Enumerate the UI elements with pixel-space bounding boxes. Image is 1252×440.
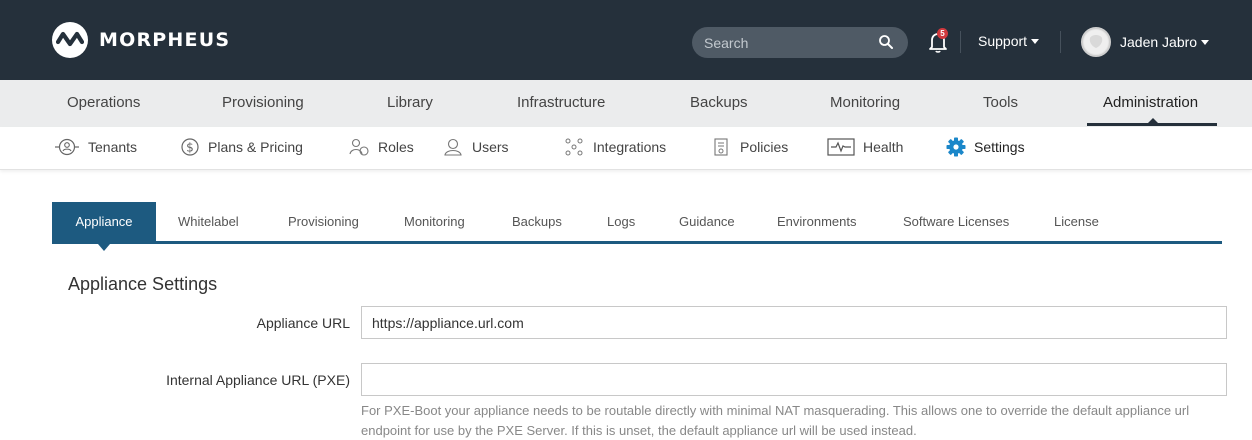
tab-logs[interactable]: Logs (607, 214, 635, 229)
tab-environments[interactable]: Environments (777, 214, 856, 229)
subnav-label: Settings (974, 139, 1025, 155)
appliance-url-field[interactable] (361, 306, 1227, 339)
tenants-icon (55, 138, 79, 156)
admin-sub-nav: Tenants $ Plans & Pricing Roles Users In… (0, 127, 1252, 170)
appliance-url-label: Appliance URL (256, 315, 350, 331)
main-nav-tools[interactable]: Tools (983, 94, 1018, 111)
user-icon (444, 138, 462, 156)
tab-whitelabel[interactable]: Whitelabel (178, 214, 239, 229)
subnav-item-policies[interactable]: Policies (710, 137, 788, 157)
morpheus-logo-icon (52, 22, 88, 58)
main-nav-provisioning[interactable]: Provisioning (222, 94, 304, 111)
subnav-label: Plans & Pricing (208, 139, 303, 155)
tab-license[interactable]: License (1054, 214, 1099, 229)
tab-provisioning[interactable]: Provisioning (288, 214, 359, 229)
top-header: MORPHEUS 5 Support Jaden Jabro (0, 0, 1252, 80)
main-nav: Operations Provisioning Library Infrastr… (0, 80, 1252, 127)
user-name: Jaden Jabro (1120, 34, 1198, 50)
subnav-item-tenants[interactable]: Tenants (54, 137, 137, 157)
health-icon (827, 138, 855, 156)
section-title: Appliance Settings (68, 274, 218, 294)
subnav-label: Health (863, 139, 904, 155)
main-nav-monitoring[interactable]: Monitoring (830, 94, 900, 111)
active-tab-caret (98, 244, 110, 251)
header-divider (1060, 31, 1061, 53)
logo[interactable]: MORPHEUS (52, 22, 230, 58)
main-nav-library[interactable]: Library (387, 94, 433, 111)
subnav-item-integrations[interactable]: Integrations (563, 137, 666, 157)
tab-monitoring[interactable]: Monitoring (404, 214, 465, 229)
brand-name: MORPHEUS (99, 29, 231, 51)
roles-icon (349, 138, 369, 156)
notification-count-badge: 5 (937, 28, 948, 39)
support-label: Support (978, 33, 1028, 49)
dollar-icon: $ (181, 138, 199, 156)
subnav-item-plans-pricing[interactable]: $ Plans & Pricing (180, 137, 303, 157)
main-nav-operations[interactable]: Operations (67, 94, 140, 111)
internal-url-field[interactable] (361, 363, 1227, 396)
tab-software-licenses[interactable]: Software Licenses (903, 214, 1009, 229)
subnav-label: Policies (740, 139, 789, 155)
tab-guidance[interactable]: Guidance (679, 214, 735, 229)
header-divider (960, 31, 961, 53)
main-nav-infrastructure[interactable]: Infrastructure (517, 94, 605, 111)
tab-backups[interactable]: Backups (512, 214, 562, 229)
integrations-icon (565, 138, 583, 156)
policies-icon (714, 138, 728, 156)
support-menu[interactable]: Support (978, 33, 1040, 49)
settings-tabs: Appliance Whitelabel Provisioning Monito… (52, 202, 1222, 251)
subnav-item-settings[interactable]: Settings (946, 137, 1025, 157)
internal-url-help-text: For PXE-Boot your appliance needs to be … (361, 403, 1190, 438)
subnav-item-health[interactable]: Health (827, 137, 903, 157)
gear-icon (946, 137, 966, 157)
user-menu[interactable]: Jaden Jabro (1120, 34, 1210, 50)
chevron-down-icon (1201, 40, 1210, 45)
subnav-label: Integrations (593, 139, 667, 155)
chevron-down-icon (1031, 39, 1040, 44)
main-nav-administration[interactable]: Administration (1103, 94, 1198, 111)
main-nav-backups[interactable]: Backups (690, 94, 748, 111)
search-box[interactable] (692, 27, 908, 58)
search-input[interactable] (692, 27, 872, 58)
tab-appliance[interactable]: Appliance (52, 202, 156, 242)
internal-url-label: Internal Appliance URL (PXE) (166, 372, 350, 388)
subnav-item-users[interactable]: Users (442, 137, 509, 157)
active-nav-caret (1148, 118, 1158, 123)
subnav-label: Tenants (88, 139, 138, 155)
active-nav-indicator (1087, 123, 1217, 126)
subnav-label: Roles (378, 139, 414, 155)
svg-text:$: $ (186, 141, 194, 155)
subnav-label: Users (472, 139, 509, 155)
avatar[interactable] (1081, 27, 1111, 57)
search-icon[interactable] (878, 34, 894, 50)
subnav-item-roles[interactable]: Roles (348, 137, 414, 157)
